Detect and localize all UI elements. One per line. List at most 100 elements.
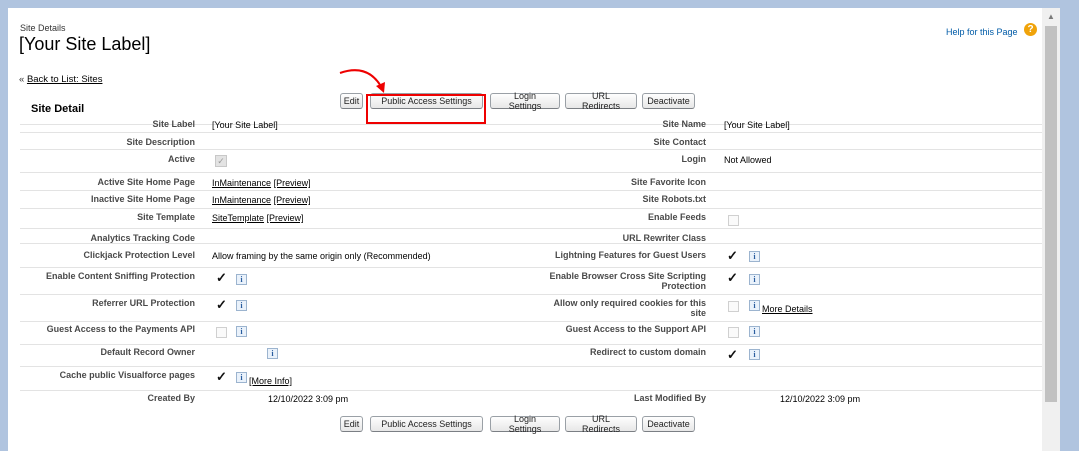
created-by-label: Created By xyxy=(147,393,195,403)
inactive-home-link[interactable]: InMaintenance xyxy=(212,195,271,205)
created-by-value: 12/10/2022 3:09 pm xyxy=(268,394,349,404)
clickjack-label: Clickjack Protection Level xyxy=(83,250,195,260)
login-settings-button[interactable]: Login Settings xyxy=(490,91,560,111)
vertical-scrollbar[interactable]: ▲ xyxy=(1042,8,1060,451)
row-divider xyxy=(20,149,1042,150)
login-settings-button-bottom[interactable]: Login Settings xyxy=(490,414,560,434)
more-details-link[interactable]: More Details xyxy=(762,304,813,314)
site-name-label: Site Name xyxy=(662,119,706,129)
breadcrumb: « Back to List: Sites xyxy=(19,74,102,85)
referrer-check-icon: ✓ xyxy=(216,297,227,312)
sniffing-info-icon[interactable]: i xyxy=(236,274,247,285)
back-prefix: « xyxy=(19,74,25,85)
payments-checkbox xyxy=(216,327,227,338)
redirect-info-icon[interactable]: i xyxy=(749,349,760,360)
login-label: Login xyxy=(681,154,707,164)
cookies-label-line2: site xyxy=(690,308,706,318)
active-home-link[interactable]: InMaintenance xyxy=(212,178,271,188)
site-description-label: Site Description xyxy=(126,137,195,147)
row-divider xyxy=(20,294,1042,295)
row-divider xyxy=(20,366,1042,367)
page-title: [Your Site Label] xyxy=(19,34,151,54)
site-details-page: Site Details [Your Site Label] Help for … xyxy=(8,8,1042,451)
enable-feeds-label: Enable Feeds xyxy=(647,212,706,222)
modified-by-value: 12/10/2022 3:09 pm xyxy=(780,394,861,404)
site-label-label: Site Label xyxy=(152,119,195,129)
inactive-home-label: Inactive Site Home Page xyxy=(90,194,195,204)
analytics-label: Analytics Tracking Code xyxy=(90,233,195,243)
active-home-preview-link[interactable]: [Preview] xyxy=(274,178,311,188)
deactivate-button[interactable]: Deactivate xyxy=(642,93,695,109)
row-divider xyxy=(20,132,1042,133)
more-info-link[interactable]: [More Info] xyxy=(249,376,292,386)
row-divider xyxy=(20,321,1042,322)
row-divider xyxy=(20,228,1042,229)
support-api-checkbox xyxy=(728,327,739,338)
cache-info-icon[interactable]: i xyxy=(236,372,247,383)
section-title: Site Detail xyxy=(31,103,85,115)
cookies-info-icon[interactable]: i xyxy=(749,300,760,311)
highlight-box xyxy=(366,94,486,124)
site-name-value: [Your Site Label] xyxy=(724,120,790,130)
clickjack-value: Allow framing by the same origin only (R… xyxy=(212,251,431,261)
referrer-label: Referrer URL Protection xyxy=(92,298,195,308)
redirect-domain-label: Redirect to custom domain xyxy=(589,347,706,357)
public-access-settings-button-bottom[interactable]: Public Access Settings xyxy=(370,416,483,432)
url-redirects-button-bottom[interactable]: URL Redirects xyxy=(565,414,637,434)
lightning-info-icon[interactable]: i xyxy=(749,251,760,262)
template-label: Site Template xyxy=(137,212,195,222)
sniffing-label: Enable Content Sniffing Protection xyxy=(46,271,195,281)
template-link[interactable]: SiteTemplate xyxy=(212,213,264,223)
template-preview-link[interactable]: [Preview] xyxy=(267,213,304,223)
cookies-label: Allow only required cookies for this site xyxy=(553,298,706,318)
sniffing-check-icon: ✓ xyxy=(216,270,227,285)
modified-by-label: Last Modified By xyxy=(633,393,706,403)
row-divider xyxy=(20,243,1042,244)
back-to-list-link[interactable]: Back to List: Sites xyxy=(27,74,103,85)
row-divider xyxy=(20,190,1042,191)
robots-label: Site Robots.txt xyxy=(642,194,706,204)
url-redirects-button[interactable]: URL Redirects xyxy=(565,91,637,111)
cache-more-info: [More Info] xyxy=(249,376,292,386)
row-divider xyxy=(20,172,1042,173)
inactive-home-preview-link[interactable]: [Preview] xyxy=(274,195,311,205)
row-divider xyxy=(20,208,1042,209)
help-link[interactable]: Help for this Page xyxy=(946,27,1018,37)
active-home-value: InMaintenance [Preview] xyxy=(212,178,311,188)
row-divider xyxy=(20,344,1042,345)
scroll-up-arrow-icon[interactable]: ▲ xyxy=(1042,8,1060,25)
support-api-label: Guest Access to the Support API xyxy=(565,324,706,334)
active-checkbox: ✓ xyxy=(215,155,227,167)
scroll-thumb[interactable] xyxy=(1045,26,1057,402)
url-rewriter-label: URL Rewriter Class xyxy=(622,233,706,243)
enable-feeds-checkbox xyxy=(728,215,739,226)
xss-info-icon[interactable]: i xyxy=(749,274,760,285)
payments-info-icon[interactable]: i xyxy=(236,326,247,337)
inactive-home-value: InMaintenance [Preview] xyxy=(212,195,311,205)
xss-check-icon: ✓ xyxy=(727,270,738,285)
referrer-info-icon[interactable]: i xyxy=(236,300,247,311)
site-contact-label: Site Contact xyxy=(653,137,706,147)
site-label-value: [Your Site Label] xyxy=(212,120,278,130)
edit-button-bottom[interactable]: Edit xyxy=(340,416,363,432)
page-type-label: Site Details xyxy=(20,23,66,33)
deactivate-button-bottom[interactable]: Deactivate xyxy=(642,416,695,432)
lightning-check-icon: ✓ xyxy=(727,248,738,263)
favorite-icon-label: Site Favorite Icon xyxy=(630,177,706,187)
redirect-check-icon: ✓ xyxy=(727,347,738,362)
cache-label: Cache public Visualforce pages xyxy=(59,370,195,380)
xss-label: Enable Browser Cross Site Scripting Prote… xyxy=(549,271,706,291)
cookies-checkbox xyxy=(728,301,739,312)
record-owner-info-icon[interactable]: i xyxy=(267,348,278,359)
cookies-more-details: More Details xyxy=(762,304,813,314)
row-divider xyxy=(20,267,1042,268)
cookies-label-line1: Allow only required cookies for this xyxy=(553,298,706,308)
red-arrow-icon xyxy=(339,69,385,93)
support-api-info-icon[interactable]: i xyxy=(749,326,760,337)
cache-check-icon: ✓ xyxy=(216,369,227,384)
lightning-label: Lightning Features for Guest Users xyxy=(554,250,706,260)
template-value: SiteTemplate [Preview] xyxy=(212,213,304,223)
record-owner-label: Default Record Owner xyxy=(100,347,195,357)
question-icon[interactable]: ? xyxy=(1024,23,1037,36)
login-value: Not Allowed xyxy=(724,155,772,165)
